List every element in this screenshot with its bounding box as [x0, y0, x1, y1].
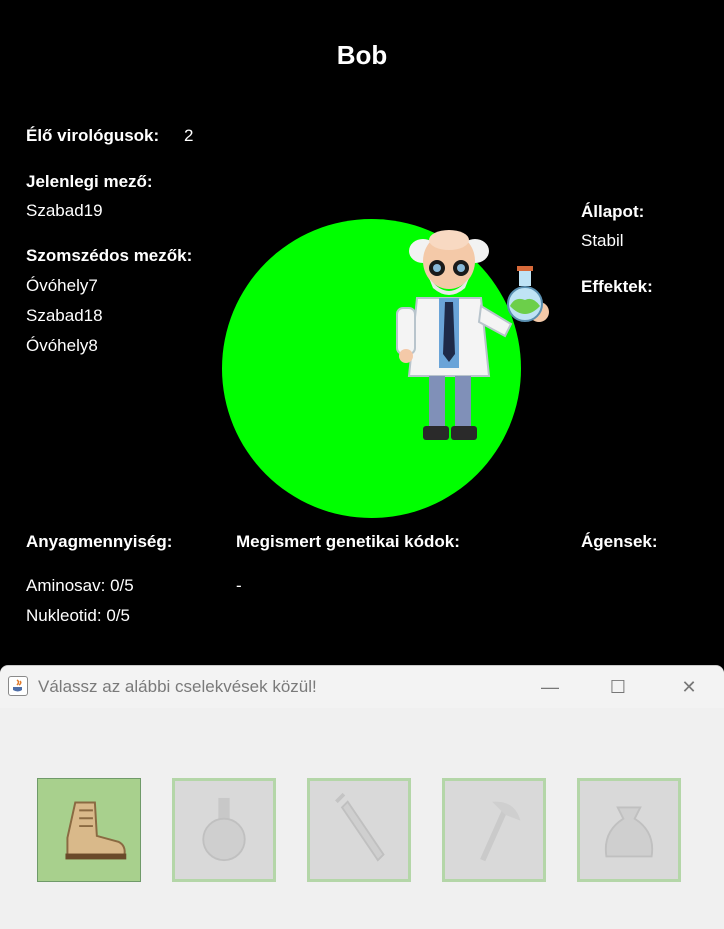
neighbor-item[interactable]: Szabad18	[26, 306, 103, 326]
player-name: Bob	[336, 40, 388, 70]
effects-label: Effektek:	[581, 277, 653, 296]
alive-label: Élő virológusok:	[26, 126, 160, 145]
alive-count: 2	[184, 126, 194, 145]
loot-action-button[interactable]	[577, 778, 681, 882]
syringe-icon	[335, 792, 385, 862]
current-field: Szabad19	[26, 201, 103, 220]
bag-icon	[604, 806, 654, 858]
codes-label: Megismert genetikai kódok:	[236, 532, 460, 551]
minimize-button[interactable]: —	[530, 672, 570, 702]
state-value: Stabil	[581, 231, 624, 250]
materials-label: Anyagmennyiség:	[26, 532, 173, 551]
virologist-icon	[396, 230, 549, 440]
neighbor-item[interactable]: Óvóhely7	[26, 276, 98, 296]
dialog-titlebar[interactable]: Válassz az alábbi cselekvések közül! — ☐…	[0, 666, 724, 708]
dialog-title: Válassz az alábbi cselekvések közül!	[38, 677, 317, 696]
java-app-icon	[8, 676, 28, 696]
state-label: Állapot:	[581, 202, 645, 221]
maximize-button[interactable]: ☐	[598, 672, 638, 702]
move-action-button[interactable]	[37, 778, 141, 882]
flask-icon	[202, 797, 246, 862]
inject-action-button[interactable]	[307, 778, 411, 882]
material-item: Nukleotid: 0/5	[26, 606, 130, 625]
axe-icon	[480, 801, 521, 862]
axe-action-button[interactable]	[442, 778, 546, 882]
craft-action-button[interactable]	[172, 778, 276, 882]
neighbor-item[interactable]: Óvóhely8	[26, 336, 98, 356]
close-button[interactable]: ✕	[669, 672, 709, 702]
agents-label: Ágensek:	[581, 532, 658, 551]
codes-value: -	[236, 576, 242, 595]
current-field-label: Jelenlegi mező:	[26, 172, 153, 191]
boot-icon	[65, 801, 127, 860]
action-dialog: Válassz az alábbi cselekvések közül! — ☐…	[0, 665, 724, 929]
material-item: Aminosav: 0/5	[26, 576, 134, 595]
neighbors-label: Szomszédos mezők:	[26, 246, 193, 265]
